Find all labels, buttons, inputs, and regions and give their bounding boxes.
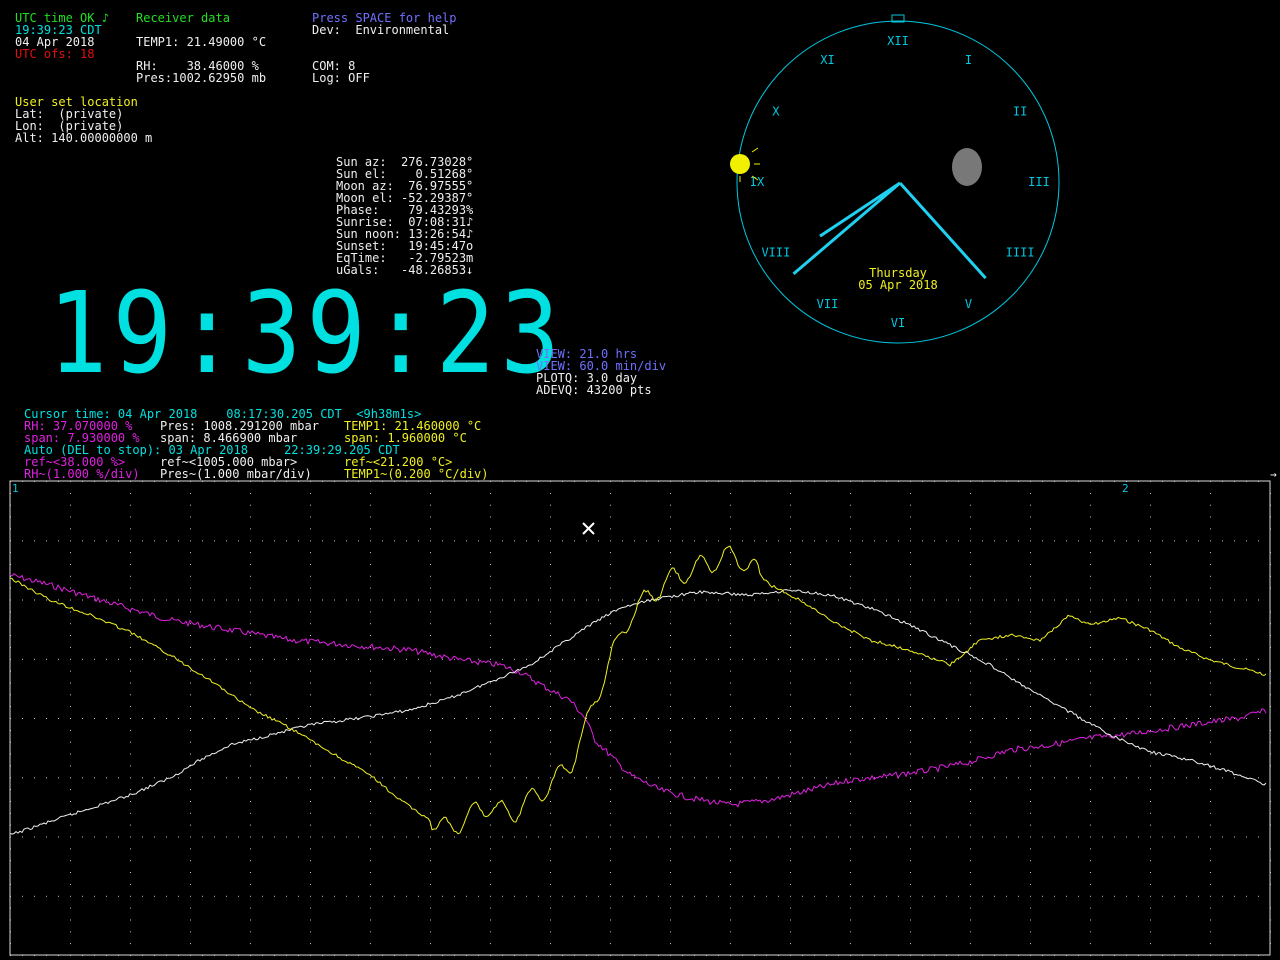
cursor-x-marker[interactable] (582, 522, 595, 535)
trace-temp1 (9, 545, 1267, 835)
strip-chart[interactable]: 1 2 → (0, 0, 1280, 960)
plot-marker-2: 2 (1122, 482, 1129, 495)
trace-rh (9, 573, 1267, 808)
plot-arrow-icon: → (1270, 468, 1277, 481)
plot-marker-1: 1 (12, 482, 19, 495)
trace-pres (9, 589, 1267, 835)
